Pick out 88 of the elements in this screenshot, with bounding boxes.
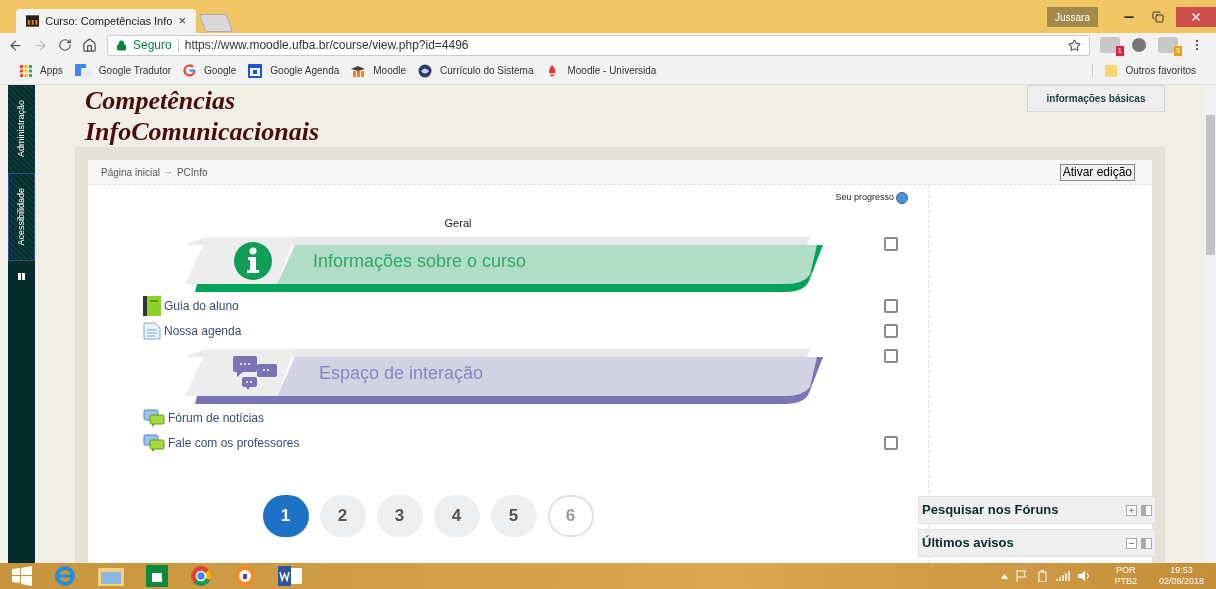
bookmark-folder[interactable]: Outros favoritos: [1105, 63, 1196, 78]
info-icon: [233, 241, 273, 281]
word-icon[interactable]: [278, 566, 302, 586]
reload-icon[interactable]: [58, 38, 72, 52]
bookmark-link[interactable]: Apps: [20, 63, 63, 78]
block-title: Pesquisar nos Fóruns: [922, 501, 1060, 520]
bookmark-link[interactable]: Google Agenda: [248, 63, 340, 78]
bookmark-star-icon[interactable]: [1068, 38, 1081, 52]
completion-checkbox[interactable]: [884, 349, 898, 363]
lock-icon: [116, 39, 127, 51]
help-icon[interactable]: [896, 191, 908, 204]
signal-icon[interactable]: [1056, 570, 1071, 582]
activity-link[interactable]: Guia do aluno: [164, 296, 239, 315]
globe-icon: [418, 63, 433, 78]
expand-icon[interactable]: [1126, 504, 1137, 516]
page-button[interactable]: 5: [490, 495, 537, 537]
breadcrumb-link[interactable]: Página inicial: [101, 164, 160, 180]
close-icon: [1190, 11, 1202, 23]
scrollbar[interactable]: [1205, 85, 1216, 563]
block-header[interactable]: Últimos avisos: [918, 529, 1156, 557]
book-icon: [143, 295, 161, 316]
google-g-icon: [183, 64, 197, 77]
section-title: Espaço de interação: [319, 361, 484, 385]
bookmark-link[interactable]: Moodle: [351, 63, 407, 78]
bookmark-link[interactable]: Google: [183, 63, 237, 78]
address-field[interactable]: Seguro https://www.moodle.ufba.br/course/view.php?id=4496: [107, 34, 1090, 56]
extension-icon[interactable]: [1132, 38, 1146, 52]
graduation-cap-icon: [351, 64, 366, 77]
store-icon[interactable]: [146, 565, 168, 587]
activity-link[interactable]: Fale com os professores: [168, 433, 300, 452]
completion-checkbox[interactable]: [884, 435, 898, 450]
completion-checkbox[interactable]: [884, 323, 898, 338]
security-label: Seguro: [133, 37, 172, 54]
page-button[interactable]: 4: [433, 495, 480, 537]
home-icon[interactable]: [82, 37, 97, 53]
chrome-icon[interactable]: [190, 565, 212, 587]
calendar-icon: [248, 63, 263, 78]
moodle-favicon-icon: [26, 15, 40, 27]
basic-info-button[interactable]: informações básicas: [1027, 85, 1165, 112]
page-button[interactable]: 1: [262, 495, 309, 537]
browser-tab[interactable]: Curso: Competências Info ×: [16, 9, 196, 33]
course-title: InfoComunicacionais: [85, 116, 320, 147]
flag-icon[interactable]: [1016, 570, 1029, 582]
side-tab[interactable]: Acessibilidade: [8, 173, 35, 261]
flame-icon: [545, 63, 560, 78]
bookmark-link[interactable]: Moodle - Universida: [545, 63, 657, 78]
chat-bubbles-icon: [233, 356, 279, 390]
windows-logo-icon[interactable]: [12, 566, 32, 586]
bookmark-link[interactable]: Currículo do Sistema: [418, 63, 534, 78]
dock-block-icon[interactable]: [1141, 504, 1152, 516]
breadcrumb-link[interactable]: PCInfo: [176, 164, 208, 180]
completion-checkbox[interactable]: [884, 237, 898, 251]
chat-bubbles-icon: [143, 408, 165, 427]
tab-close-button[interactable]: ×: [178, 11, 186, 31]
block-header[interactable]: Pesquisar nos Fóruns: [918, 496, 1156, 524]
battery-icon[interactable]: [1036, 570, 1049, 582]
restore-icon[interactable]: [1152, 11, 1164, 23]
progress-label: Seu progresso: [835, 191, 894, 204]
back-icon[interactable]: [8, 37, 23, 53]
breadcrumb-separator: →: [163, 165, 173, 179]
url-text: https://www.moodle.ufba.br/course/view.php?id=4496: [184, 37, 470, 54]
document-icon: [143, 321, 161, 340]
folder-icon[interactable]: [98, 566, 124, 586]
shield-icon[interactable]: [234, 565, 256, 587]
page-button[interactable]: 2: [319, 495, 366, 537]
activity-link[interactable]: Fórum de notícias: [168, 408, 265, 427]
activity-link[interactable]: Nossa agenda: [164, 321, 242, 340]
dock-block-icon[interactable]: [1141, 537, 1152, 549]
chat-bubbles-icon: [143, 433, 165, 452]
notification-badge: 3: [1173, 46, 1182, 56]
notification-badge: 1: [1115, 46, 1124, 56]
section-title: Informações sobre o curso: [313, 249, 527, 273]
bookmark-link[interactable]: Google Tradutor: [74, 63, 172, 78]
page-button[interactable]: 3: [376, 495, 423, 537]
translate-icon: [74, 63, 91, 78]
edit-mode-button[interactable]: Ativar edição: [1059, 163, 1135, 181]
close-window-button[interactable]: [1176, 7, 1216, 27]
tab-title: Curso: Competências Info: [45, 13, 173, 29]
completion-checkbox[interactable]: [884, 298, 898, 313]
course-title: Competências: [85, 85, 237, 116]
dock-toggle-icon[interactable]: [18, 273, 25, 280]
section-heading: Geral: [444, 215, 472, 231]
block-title: Últimos avisos: [922, 534, 1015, 553]
apps-grid-icon: [20, 64, 32, 77]
collapse-icon[interactable]: [1126, 537, 1137, 549]
tray-arrow-icon[interactable]: [1001, 573, 1009, 579]
side-tab[interactable]: Administração: [8, 85, 35, 173]
folder-icon: [1105, 64, 1118, 77]
